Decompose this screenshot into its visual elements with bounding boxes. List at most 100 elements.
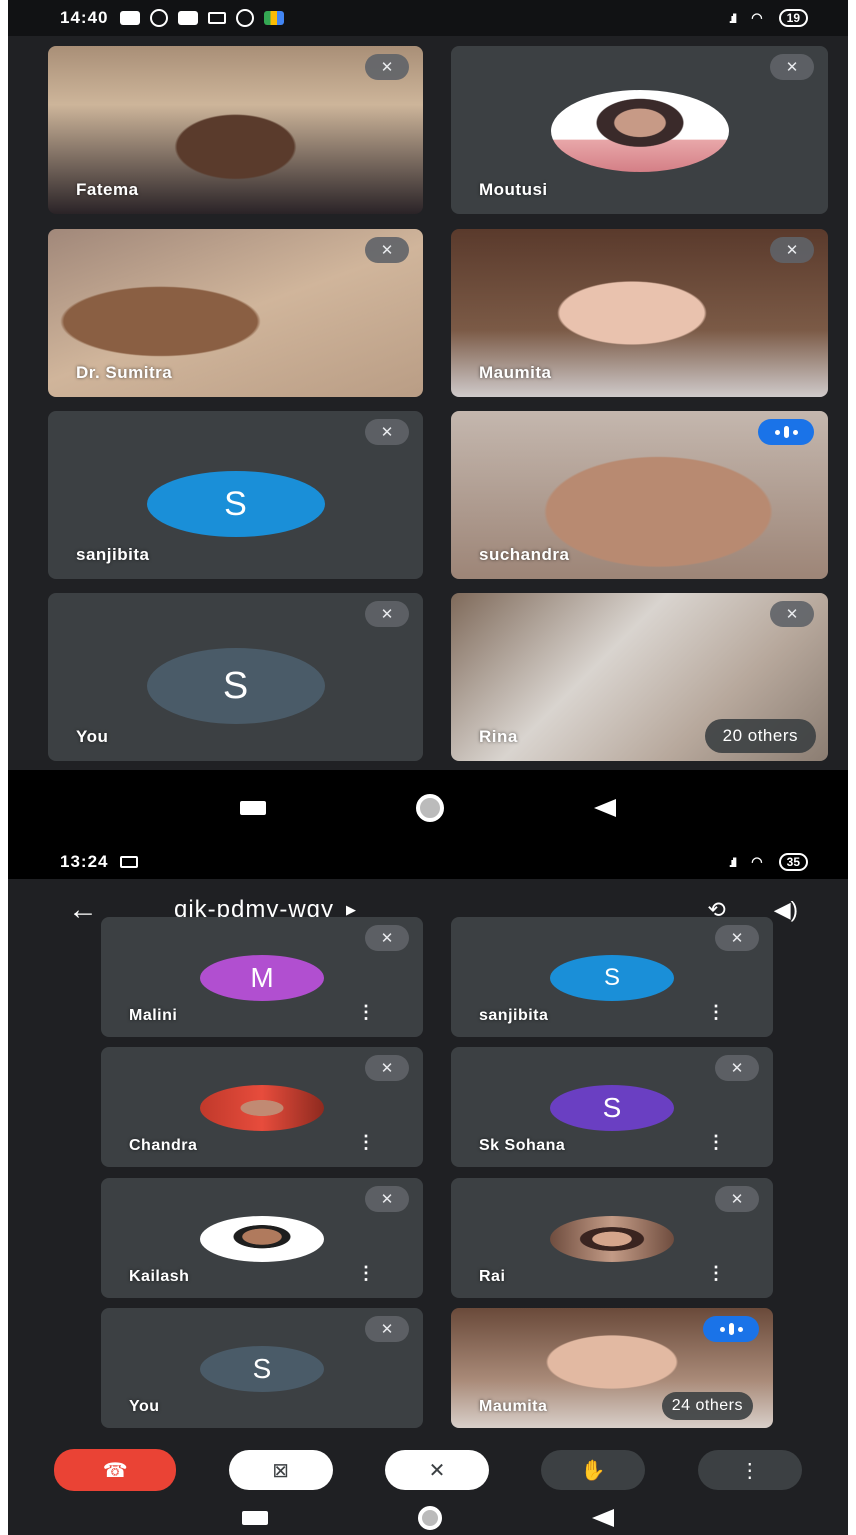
status-time: 13:24 [60, 852, 109, 871]
participant-tile[interactable]: suchandra [451, 411, 828, 579]
participant-name: Maumita [479, 363, 552, 382]
participant-tile[interactable]: ✕ S sanjibita ⋮ [451, 917, 773, 1037]
raise-hand-icon[interactable]: ✋ [541, 1450, 646, 1490]
call-end-icon[interactable]: ☎ [54, 1449, 177, 1491]
participant-tile[interactable]: ✕ Rina 20 others [451, 593, 828, 761]
mic-off-icon: ✕ [365, 1186, 409, 1212]
avatar: M [200, 955, 324, 1001]
participant-name: Kailash [129, 1268, 190, 1285]
participant-photo [550, 1216, 674, 1262]
meet-screen-grid-1: 14:40 .ıll ◠ 19 ✕ Fatema ✕ Moutusi ✕ Dr.… [8, 0, 848, 845]
participant-name: You [129, 1398, 160, 1415]
signal-icon: .ıll [728, 10, 738, 26]
recents-icon[interactable] [242, 1510, 268, 1525]
participant-tile[interactable]: ✕ S sanjibita [48, 411, 423, 579]
participant-tile[interactable]: ✕ Kailash ⋮ [101, 1178, 423, 1298]
mic-off-icon: ✕ [365, 601, 409, 627]
avatar: S [550, 955, 674, 1001]
wifi-icon: ◠ [751, 854, 763, 869]
participant-tile[interactable]: ✕ Fatema [48, 46, 423, 214]
participant-name: Fatema [76, 180, 139, 199]
status-bar: 13:24 .ıll ◠ 35 [8, 845, 848, 879]
participant-name: Dr. Sumitra [76, 363, 173, 382]
signal-icon: .ıll [728, 854, 738, 870]
status-bar: 14:40 .ıll ◠ 19 [8, 0, 848, 36]
speaking-indicator-icon [758, 419, 814, 445]
participant-name: You [76, 727, 109, 746]
wifi-icon: ◠ [751, 10, 763, 25]
android-nav-bar [8, 1500, 848, 1535]
participant-name: sanjibita [76, 545, 150, 564]
message-icon [120, 11, 141, 25]
status-right: .ıll ◠ 19 [729, 9, 808, 27]
participant-photo [550, 90, 729, 172]
videocam-off-icon[interactable]: ⊠ [228, 1450, 333, 1490]
back-icon[interactable] [592, 1508, 614, 1527]
avatar: S [200, 1346, 324, 1392]
notification-icons [120, 9, 285, 27]
speaker-icon[interactable]: ◀) [774, 897, 798, 923]
mic-off-icon: ✕ [365, 1316, 409, 1342]
participant-tile[interactable]: ✕ Moutusi [451, 46, 828, 214]
participant-tile[interactable]: ✕ S Sk Sohana ⋮ [451, 1047, 773, 1167]
youtube-icon [178, 11, 199, 25]
recents-icon[interactable] [240, 800, 266, 815]
others-count-chip[interactable]: 24 others [661, 1392, 753, 1420]
android-nav-bar [8, 770, 848, 845]
others-count-chip[interactable]: 20 others [704, 719, 816, 753]
participant-name: suchandra [479, 545, 570, 564]
whatsapp-icon [236, 9, 255, 27]
more-vert-icon[interactable]: ⋮ [707, 1002, 725, 1023]
participant-name: Moutusi [479, 180, 548, 199]
participant-photo [200, 1085, 324, 1131]
participant-tile[interactable]: ✕ M Malini ⋮ [101, 917, 423, 1037]
more-vert-icon[interactable]: ⋮ [357, 1002, 375, 1023]
status-time: 14:40 [60, 8, 109, 27]
participant-name: Rina [479, 727, 518, 746]
participant-tile-self[interactable]: ✕ S You [101, 1308, 423, 1428]
mic-off-icon: ✕ [365, 419, 409, 445]
mic-off-icon: ✕ [715, 925, 759, 951]
status-right: .ıll ◠ 35 [729, 853, 808, 871]
avatar: S [550, 1085, 674, 1131]
battery-icon: 19 [778, 9, 808, 27]
participant-name: Rai [479, 1268, 506, 1285]
call-controls: ☎ ⊠ ✕ ✋ ⋮ [8, 1445, 848, 1495]
mic-off-icon: ✕ [365, 54, 409, 80]
google-meet-icon [264, 11, 285, 25]
participant-tile[interactable]: ✕ Maumita [451, 229, 828, 397]
more-vert-icon[interactable]: ⋮ [697, 1450, 802, 1490]
participant-name: Malini [129, 1007, 178, 1024]
back-icon[interactable] [594, 798, 616, 817]
home-icon[interactable] [416, 793, 444, 822]
mic-off-icon: ✕ [365, 1055, 409, 1081]
mic-off-icon: ✕ [770, 237, 814, 263]
chevron-right-icon[interactable]: ▶ [346, 902, 356, 918]
mic-off-icon: ✕ [770, 601, 814, 627]
battery-icon: 35 [778, 853, 808, 871]
more-vert-icon[interactable]: ⋮ [357, 1263, 375, 1284]
participant-name: Sk Sohana [479, 1137, 566, 1154]
meet-screen-grid-2: 13:24 .ıll ◠ 35 ← qjk-pdmy-wgy ▶ ⟲ ◀) ✕ … [8, 845, 848, 1535]
speaking-indicator-icon [703, 1316, 759, 1342]
more-vert-icon[interactable]: ⋮ [357, 1132, 375, 1153]
participant-tile[interactable]: ✕ Chandra ⋮ [101, 1047, 423, 1167]
avatar: S [146, 648, 325, 724]
mic-off-icon[interactable]: ✕ [384, 1450, 489, 1490]
home-icon[interactable] [418, 1505, 442, 1530]
video-call-icon [120, 856, 139, 868]
more-vert-icon[interactable]: ⋮ [707, 1263, 725, 1284]
mic-off-icon: ✕ [365, 925, 409, 951]
mic-off-icon: ✕ [365, 237, 409, 263]
participant-tile-self[interactable]: ✕ S You [48, 593, 423, 761]
participant-tile[interactable]: ✕ Dr. Sumitra [48, 229, 423, 397]
more-vert-icon[interactable]: ⋮ [707, 1132, 725, 1153]
video-call-icon [208, 12, 227, 24]
participant-tile[interactable]: ✕ Rai ⋮ [451, 1178, 773, 1298]
participant-name: Chandra [129, 1137, 198, 1154]
mic-off-icon: ✕ [770, 54, 814, 80]
notification-icons [120, 856, 139, 868]
participant-tile[interactable]: Maumita 24 others [451, 1308, 773, 1428]
mic-off-icon: ✕ [715, 1186, 759, 1212]
participant-name: sanjibita [479, 1007, 549, 1024]
